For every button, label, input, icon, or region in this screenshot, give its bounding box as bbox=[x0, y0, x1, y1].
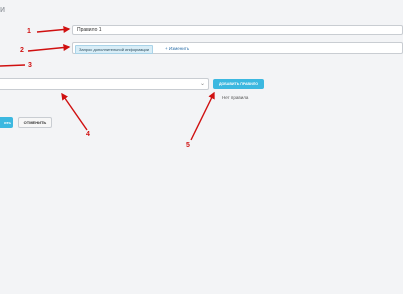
change-link[interactable]: + Изменить bbox=[165, 44, 189, 53]
arrow-1 bbox=[36, 26, 71, 34]
callout-2: 2 bbox=[20, 47, 24, 54]
callout-4: 4 bbox=[86, 131, 90, 138]
rule-name-input[interactable] bbox=[72, 25, 403, 35]
info-request-chip[interactable]: Запрос дополнительной информации bbox=[75, 45, 153, 54]
callout-5: 5 bbox=[186, 142, 190, 149]
arrow-4 bbox=[61, 92, 88, 131]
callout-1: 1 bbox=[27, 28, 31, 35]
arrow-5 bbox=[190, 91, 215, 141]
page-title: и bbox=[0, 4, 6, 14]
arrow-2 bbox=[27, 44, 71, 52]
rule-type-select[interactable]: ⌄ bbox=[0, 78, 209, 90]
cancel-button[interactable]: ОТМЕНИТЬ bbox=[18, 117, 52, 128]
no-rules-text: Нет правила bbox=[222, 95, 249, 100]
arrow-3 bbox=[0, 64, 26, 67]
info-request-field: Запрос дополнительной информации + Измен… bbox=[72, 42, 403, 54]
chevron-down-icon: ⌄ bbox=[199, 81, 205, 87]
save-button[interactable]: ить bbox=[0, 117, 13, 128]
add-rule-button[interactable]: ДОБАВИТЬ ПРАВИЛО bbox=[213, 79, 264, 89]
callout-3: 3 bbox=[28, 62, 32, 69]
